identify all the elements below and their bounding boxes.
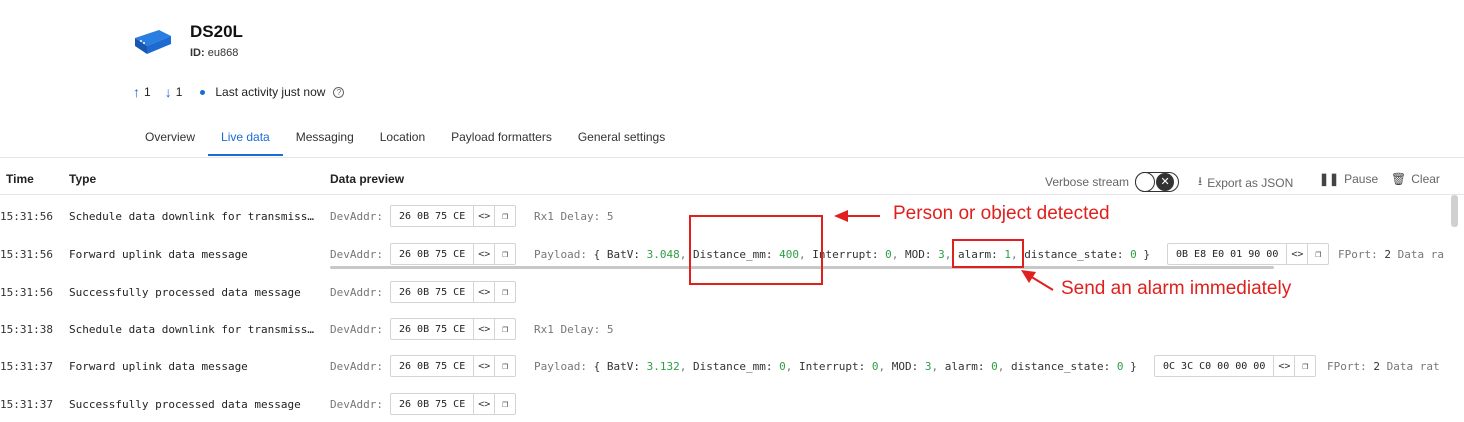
arrow-detected-head [834, 210, 848, 222]
annotation-arrows [834, 210, 1054, 291]
arrow-alarm-head [1021, 270, 1036, 283]
arrow-alarm-line [1029, 275, 1054, 291]
